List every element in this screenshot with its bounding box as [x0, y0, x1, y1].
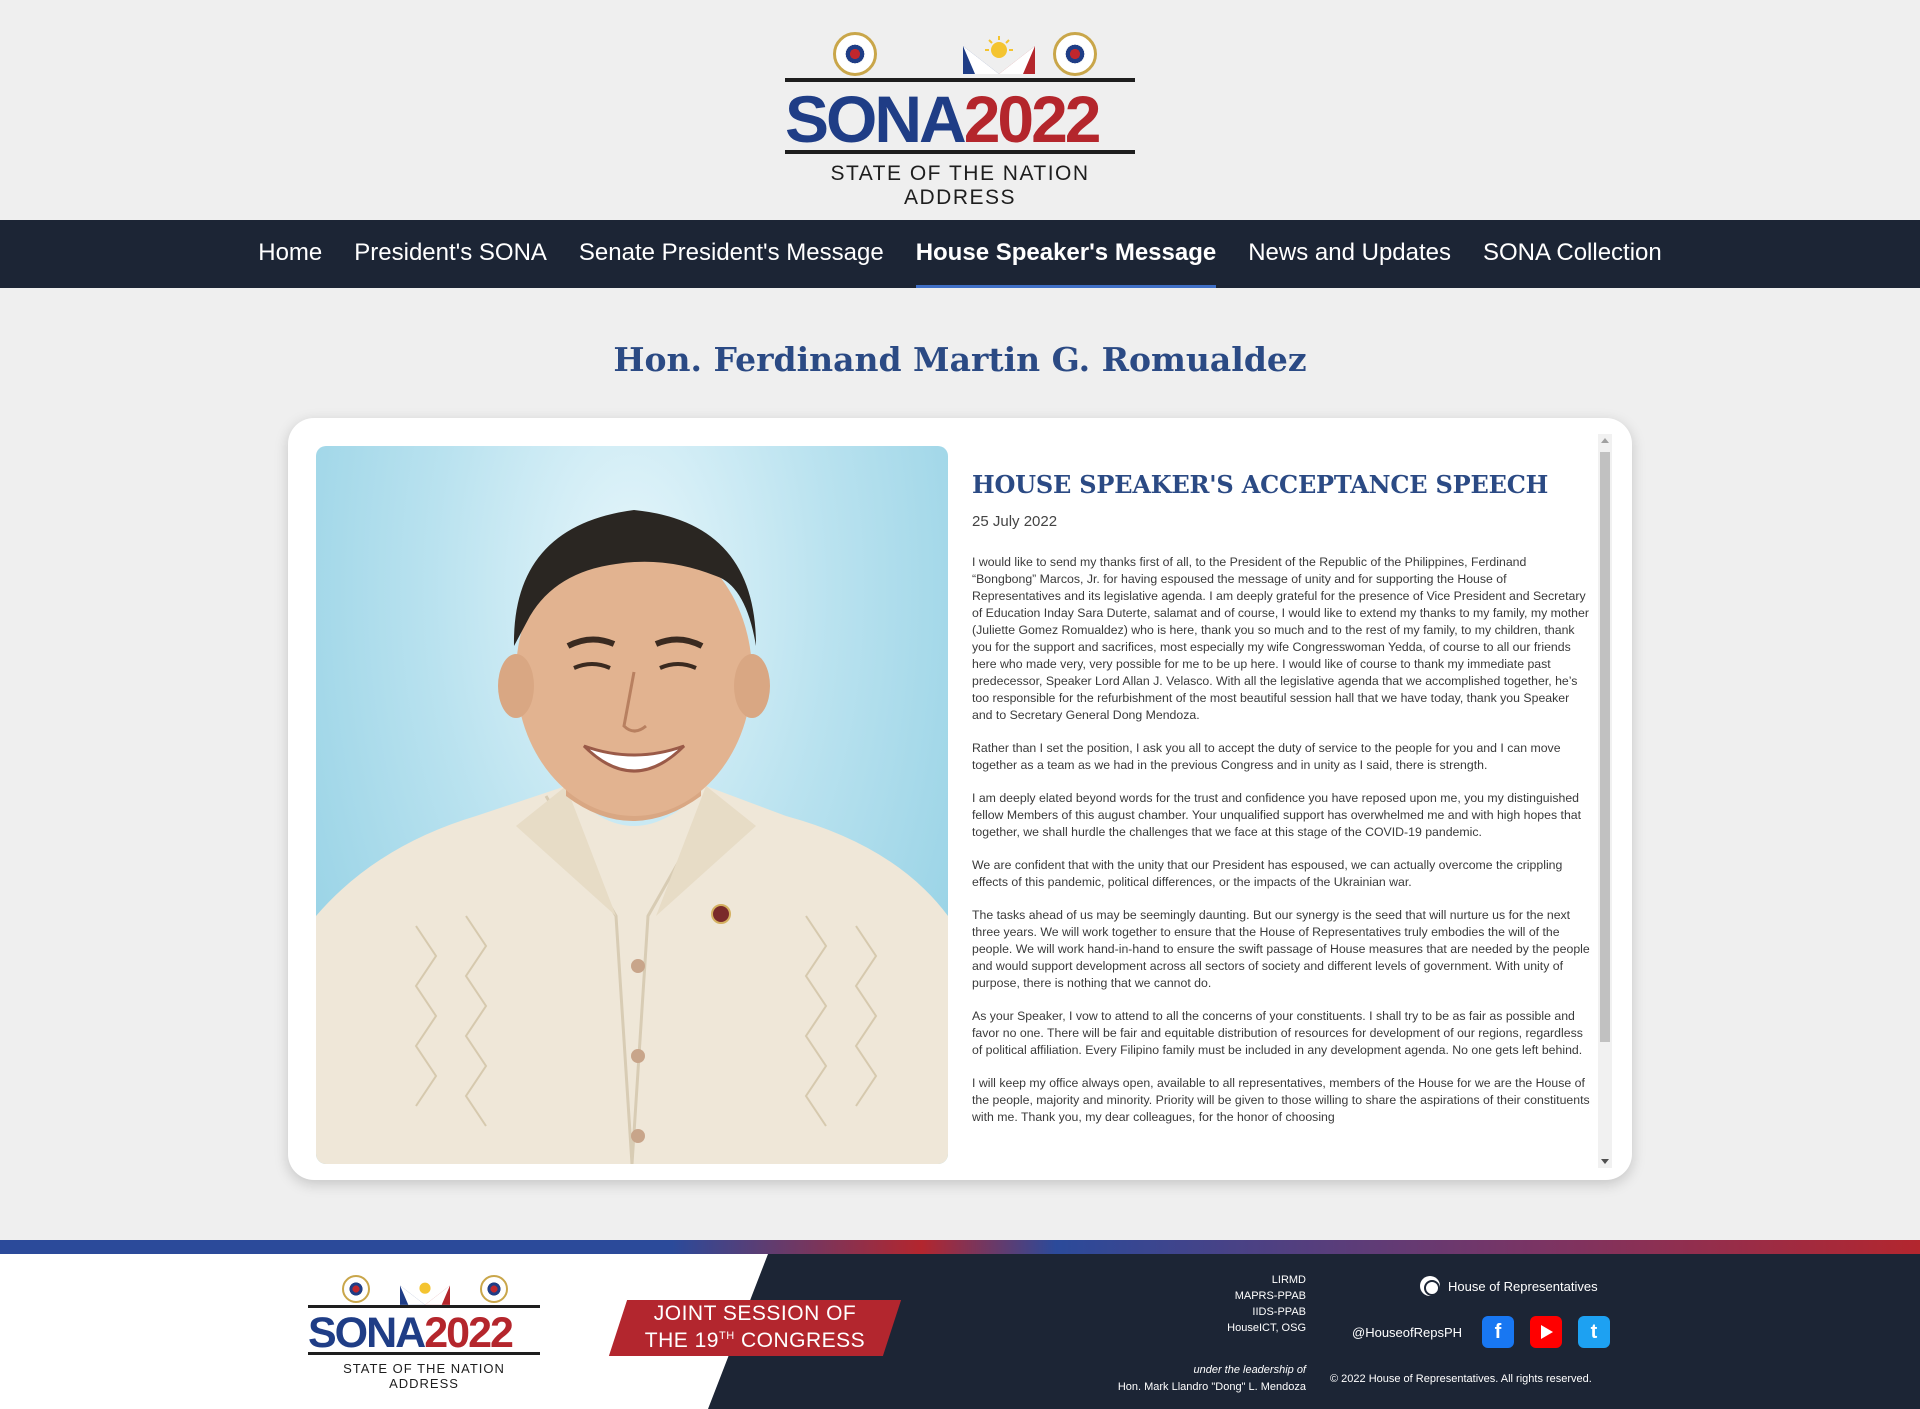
logo-subtitle: STATE OF THE NATION ADDRESS — [830, 162, 1090, 209]
footer-credits: LIRMD MAPRS-PPAB IIDS-PPAB HouseICT, OSG — [1100, 1272, 1306, 1336]
house-seal-icon — [1053, 32, 1097, 76]
page-title: Hon. Ferdinand Martin G. Romualdez — [613, 340, 1307, 379]
house-of-reps-label: House of Representatives — [1448, 1278, 1598, 1294]
facebook-icon[interactable]: f — [1482, 1316, 1514, 1348]
nav-item-presidents-sona[interactable]: President's SONA — [338, 220, 563, 288]
joint-line-2-pre: THE 19 — [644, 1329, 719, 1352]
footer-sona-logo[interactable]: SONA2022 STATE OF THE NATION ADDRESS — [308, 1275, 548, 1391]
speech-paragraph: I am deeply elated beyond words for the … — [972, 791, 1582, 839]
logo-year: 2022 — [963, 82, 1102, 156]
credit-line: LIRMD — [1271, 1274, 1306, 1286]
speech-date: 25 July 2022 — [972, 513, 1058, 530]
leadership-label: under the leadership of — [1193, 1364, 1306, 1376]
joint-line-1: JOINT SESSION OF — [653, 1302, 857, 1325]
sona-logo[interactable]: SONA2022 STATE OF THE NATION ADDRESS — [785, 28, 1135, 209]
joint-line-2-sup: TH — [719, 1330, 735, 1342]
joint-line-2: THE 19TH CONGRESS — [620, 1325, 890, 1352]
speech-card: HOUSE SPEAKER'S ACCEPTANCE SPEECH 25 Jul… — [288, 418, 1632, 1180]
senate-seal-icon — [833, 32, 877, 76]
speech-paragraph: As your Speaker, I vow to attend to all … — [972, 1009, 1583, 1057]
speech-paragraph: Rather than I set the position, I ask yo… — [972, 741, 1561, 772]
nav-item-news-and-updates[interactable]: News and Updates — [1232, 220, 1467, 288]
joint-line-2-post: CONGRESS — [734, 1329, 866, 1352]
flag-sun-icon — [963, 36, 1035, 74]
nav-item-senate-presidents-message[interactable]: Senate President's Message — [563, 220, 900, 288]
nav-item-home[interactable]: Home — [242, 220, 338, 288]
footer-logo-wordmark: SONA2022 — [308, 1305, 540, 1357]
footer-leadership: under the leadership of Hon. Mark Llandr… — [1040, 1362, 1306, 1396]
speech-paragraph: I would like to send my thanks first of … — [972, 555, 1589, 722]
senate-seal-icon — [342, 1275, 370, 1303]
credit-line: IIDS-PPAB — [1252, 1306, 1306, 1318]
footer-logo-year: 2022 — [424, 1309, 514, 1357]
youtube-icon[interactable] — [1530, 1316, 1562, 1348]
speech-body: I would like to send my thanks first of … — [972, 554, 1590, 1126]
main-nav: Home President's SONA Senate President's… — [0, 220, 1920, 288]
credit-line: HouseICT, OSG — [1227, 1322, 1306, 1334]
speech-paragraph: I will keep my office always open, avail… — [972, 1076, 1590, 1124]
house-of-reps-link[interactable]: House of Representatives — [1420, 1276, 1598, 1296]
speech-heading: HOUSE SPEAKER'S ACCEPTANCE SPEECH — [972, 470, 1549, 499]
speech-scroll-area[interactable]: HOUSE SPEAKER'S ACCEPTANCE SPEECH 25 Jul… — [972, 434, 1600, 1164]
copyright-text: © 2022 House of Representatives. All rig… — [1330, 1373, 1592, 1385]
credit-line: MAPRS-PPAB — [1234, 1290, 1306, 1302]
footer: SONA2022 STATE OF THE NATION ADDRESS JOI… — [0, 1240, 1920, 1409]
speaker-portrait — [316, 446, 948, 1164]
scroll-down-icon[interactable] — [1601, 1159, 1609, 1164]
leadership-name: Hon. Mark Llandro "Dong" L. Mendoza — [1117, 1381, 1306, 1393]
twitter-icon[interactable]: t — [1578, 1316, 1610, 1348]
nav-item-sona-collection[interactable]: SONA Collection — [1467, 220, 1678, 288]
footer-logo-subtitle: STATE OF THE NATION ADDRESS — [343, 1361, 505, 1391]
speech-scrollbar[interactable] — [1598, 434, 1612, 1168]
scrollbar-thumb[interactable] — [1600, 452, 1610, 1042]
social-handle: @HouseofRepsPH — [1352, 1325, 1463, 1340]
speech-paragraph: We are confident that with the unity tha… — [972, 858, 1563, 889]
footer-logo-sona: SONA — [308, 1309, 426, 1357]
speech-paragraph: The tasks ahead of us may be seemingly d… — [972, 908, 1590, 990]
nav-item-house-speakers-message[interactable]: House Speaker's Message — [900, 220, 1233, 288]
globe-icon — [1420, 1276, 1440, 1296]
flag-sun-icon — [400, 1282, 450, 1305]
house-seal-icon — [480, 1275, 508, 1303]
logo-wordmark: SONA2022 — [785, 78, 1135, 154]
scroll-up-icon[interactable] — [1601, 438, 1609, 443]
footer-stripe — [0, 1240, 1920, 1254]
joint-session-text: JOINT SESSION OF THE 19TH CONGRESS — [620, 1302, 890, 1352]
portrait-illustration — [316, 510, 948, 1164]
logo-sona: SONA — [785, 82, 967, 156]
